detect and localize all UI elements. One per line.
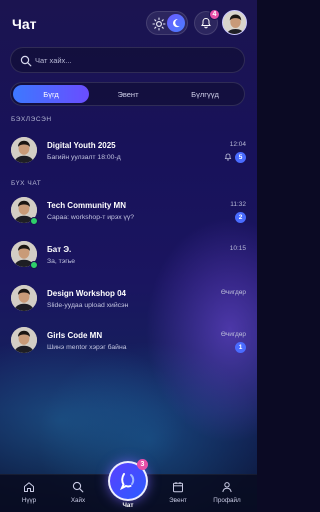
chat-filter-tabs: Бүгд Эвент Бүлгүүд [10, 82, 245, 106]
chat-time: 11:32 [230, 201, 246, 208]
chat-time: Өчигдөр [220, 331, 246, 338]
header: Чат 4 [0, 8, 257, 38]
avatar-image [223, 11, 246, 34]
avatar [11, 137, 37, 163]
chat-bubble-icon [120, 473, 135, 491]
chat-row[interactable]: Girls Code MN Шинэ mentor хэрэг байна Өч… [0, 327, 257, 367]
nav-home[interactable]: Нүүр [9, 481, 49, 504]
muted-bell-icon [224, 153, 232, 161]
online-indicator [30, 217, 38, 225]
chat-preview: Slide-уудаа upload хийсэн [47, 302, 129, 309]
search-input[interactable] [35, 48, 235, 72]
chat-time: Өчигдөр [220, 289, 246, 296]
home-icon [24, 482, 34, 492]
search-icon [20, 55, 32, 67]
chat-time: 10:15 [229, 245, 246, 252]
chat-name: Design Workshop 04 [47, 289, 126, 298]
avatar [11, 285, 37, 311]
nav-profile[interactable]: Профайл [207, 481, 247, 504]
nav-label-chat: Чат [122, 502, 134, 509]
online-indicator [30, 261, 38, 269]
nav-label: Профайл [213, 497, 241, 504]
calendar-icon [173, 482, 183, 493]
avatar [11, 327, 37, 353]
user-icon [222, 482, 232, 493]
chat-name: Tech Community MN [47, 201, 126, 210]
chat-preview: Шинэ mentor хэрэг байна [47, 344, 127, 351]
chat-row[interactable]: Tech Community MN Сараа: workshop-т ирэх… [0, 197, 257, 237]
chat-name: Digital Youth 2025 [47, 141, 116, 150]
section-label-all: БҮХ ЧАТ [11, 180, 42, 187]
nav-label: Хайх [70, 497, 86, 504]
chat-row[interactable]: Design Workshop 04 Slide-уудаа upload хи… [0, 285, 257, 325]
moon-icon[interactable] [167, 14, 185, 32]
nav-events[interactable]: Эвент [158, 481, 198, 504]
notification-badge: 4 [209, 9, 220, 20]
section-label-pinned: БЭХЛЭСЭН [11, 116, 52, 123]
chat-preview: Сараа: workshop-т ирэх үү? [47, 214, 135, 221]
nav-label: Нүүр [21, 497, 37, 504]
chat-name: Girls Code MN [47, 331, 103, 340]
tab-groups[interactable]: Бүлгүүд [167, 85, 243, 103]
sun-icon [152, 17, 166, 31]
notifications-button[interactable]: 4 [194, 9, 220, 35]
chat-name: Бат Э. [47, 245, 72, 254]
nav-label: Эвент [169, 497, 187, 504]
chat-badge: 3 [137, 459, 148, 470]
chat-row[interactable]: Digital Youth 2025 Багийн уулзалт 18:00-… [0, 137, 257, 177]
unread-badge: 5 [235, 152, 246, 163]
unread-badge: 1 [235, 342, 246, 353]
chat-preview: За, тэгье [47, 258, 76, 265]
page-title: Чат [12, 16, 37, 32]
nav-search[interactable]: Хайх [58, 481, 98, 504]
chat-time: 12:04 [229, 141, 246, 148]
tab-events[interactable]: Эвент [90, 85, 166, 103]
tab-all[interactable]: Бүгд [13, 85, 89, 103]
chat-preview: Багийн уулзалт 18:00-д [47, 154, 121, 161]
search-icon [72, 481, 84, 493]
theme-toggle[interactable] [146, 11, 188, 35]
chat-row[interactable]: Бат Э. За, тэгье 10:15 [0, 241, 257, 281]
profile-avatar[interactable] [222, 10, 247, 35]
search-bar[interactable] [10, 47, 245, 73]
unread-badge: 2 [235, 212, 246, 223]
